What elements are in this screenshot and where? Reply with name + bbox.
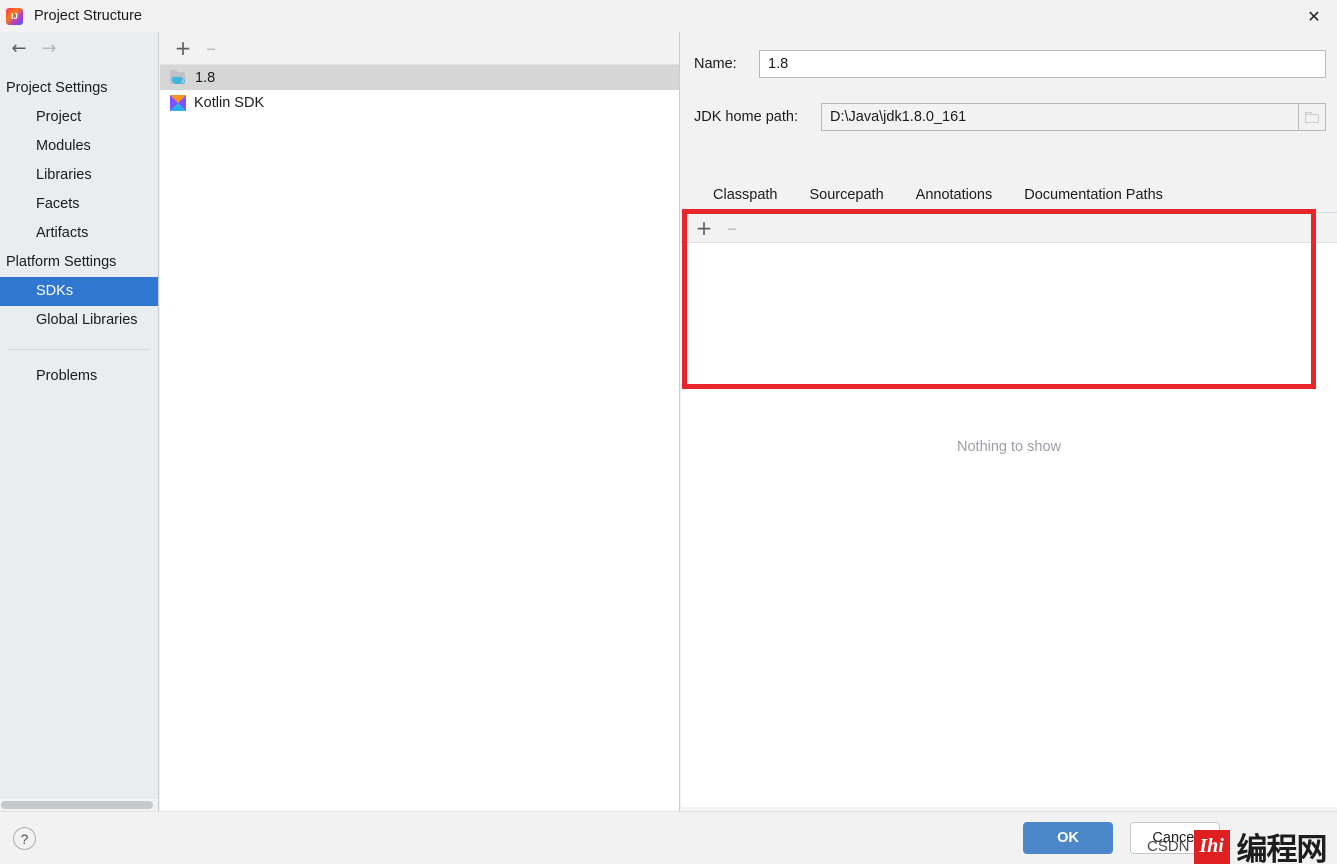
jdk-folder-icon [170, 69, 186, 85]
sidebar-group-platform-settings: Platform Settings [6, 254, 117, 270]
scrollbar-thumb[interactable] [1, 801, 153, 809]
sidebar-item-global-libraries[interactable]: Global Libraries [0, 306, 158, 335]
sidebar-divider [8, 349, 150, 350]
sidebar-list: Project Settings Project Modules Librari… [0, 65, 158, 391]
name-label: Name: [694, 56, 737, 72]
add-sdk-button[interactable]: + [169, 35, 197, 61]
sidebar-item-project[interactable]: Project [0, 103, 158, 132]
sourcepath-list-area[interactable]: Nothing to show [681, 242, 1337, 807]
sidebar-navigation: ← → [0, 32, 158, 65]
sourcepath-toolbar: + – [681, 214, 1337, 242]
jdk-home-path-label: JDK home path: [694, 109, 798, 125]
folder-icon [1305, 111, 1319, 123]
sidebar-item-problems[interactable]: Problems [0, 362, 158, 391]
sidebar-group-project-settings: Project Settings [6, 80, 108, 96]
help-button[interactable]: ? [13, 827, 36, 850]
name-field-row: Name: 1.8 [681, 50, 1337, 78]
window-title: Project Structure [34, 8, 142, 24]
sdk-detail-panel: Name: 1.8 JDK home path: D:\Java\jdk1.8.… [681, 32, 1337, 811]
sidebar-item-libraries[interactable]: Libraries [0, 161, 158, 190]
sdk-list-toolbar: + – [160, 32, 679, 65]
empty-state-message: Nothing to show [957, 439, 1061, 455]
titlebar: Project Structure ✕ [0, 0, 1337, 32]
tab-documentation-paths[interactable]: Documentation Paths [1008, 178, 1179, 212]
sidebar-item-sdks[interactable]: SDKs [0, 277, 158, 306]
jdk-home-path-input[interactable]: D:\Java\jdk1.8.0_161 [821, 103, 1299, 131]
tab-classpath[interactable]: Classpath [697, 178, 793, 212]
cancel-button[interactable]: Cancel [1130, 822, 1220, 854]
close-icon[interactable]: ✕ [1291, 0, 1337, 32]
remove-sdk-button[interactable]: – [197, 35, 225, 61]
sdk-list-item-1-8[interactable]: 1.8 [160, 65, 679, 90]
add-path-button[interactable]: + [690, 215, 718, 241]
sdk-list-item-label: 1.8 [195, 69, 216, 86]
sidebar-horizontal-scrollbar[interactable] [0, 797, 158, 811]
sidebar: ← → Project Settings Project Modules Lib… [0, 32, 159, 811]
back-arrow-icon[interactable]: ← [4, 36, 34, 62]
tab-annotations[interactable]: Annotations [900, 178, 1009, 212]
kotlin-icon [170, 94, 186, 111]
dialog-footer: ? OK Cancel [0, 811, 1337, 864]
sidebar-item-artifacts[interactable]: Artifacts [0, 219, 158, 248]
intellij-idea-icon [6, 7, 23, 25]
sidebar-item-modules[interactable]: Modules [0, 132, 158, 161]
detail-tabs: Classpath Sourcepath Annotations Documen… [681, 178, 1337, 213]
sidebar-item-facets[interactable]: Facets [0, 190, 158, 219]
sdk-list-item-label: Kotlin SDK [194, 94, 265, 111]
sdk-list-panel: + – 1.8 Kotlin SDK [160, 32, 680, 811]
remove-path-button[interactable]: – [718, 215, 746, 241]
name-input[interactable]: 1.8 [759, 50, 1326, 78]
forward-arrow-icon[interactable]: → [34, 36, 64, 62]
sdk-list-item-kotlin-sdk[interactable]: Kotlin SDK [160, 90, 679, 115]
jdk-home-path-row: JDK home path: D:\Java\jdk1.8.0_161 [681, 103, 1337, 131]
project-structure-dialog: Project Structure ✕ ← → Project Settings… [0, 0, 1337, 864]
browse-folder-button[interactable] [1299, 103, 1326, 131]
ok-button[interactable]: OK [1023, 822, 1113, 854]
tab-sourcepath[interactable]: Sourcepath [793, 178, 899, 212]
